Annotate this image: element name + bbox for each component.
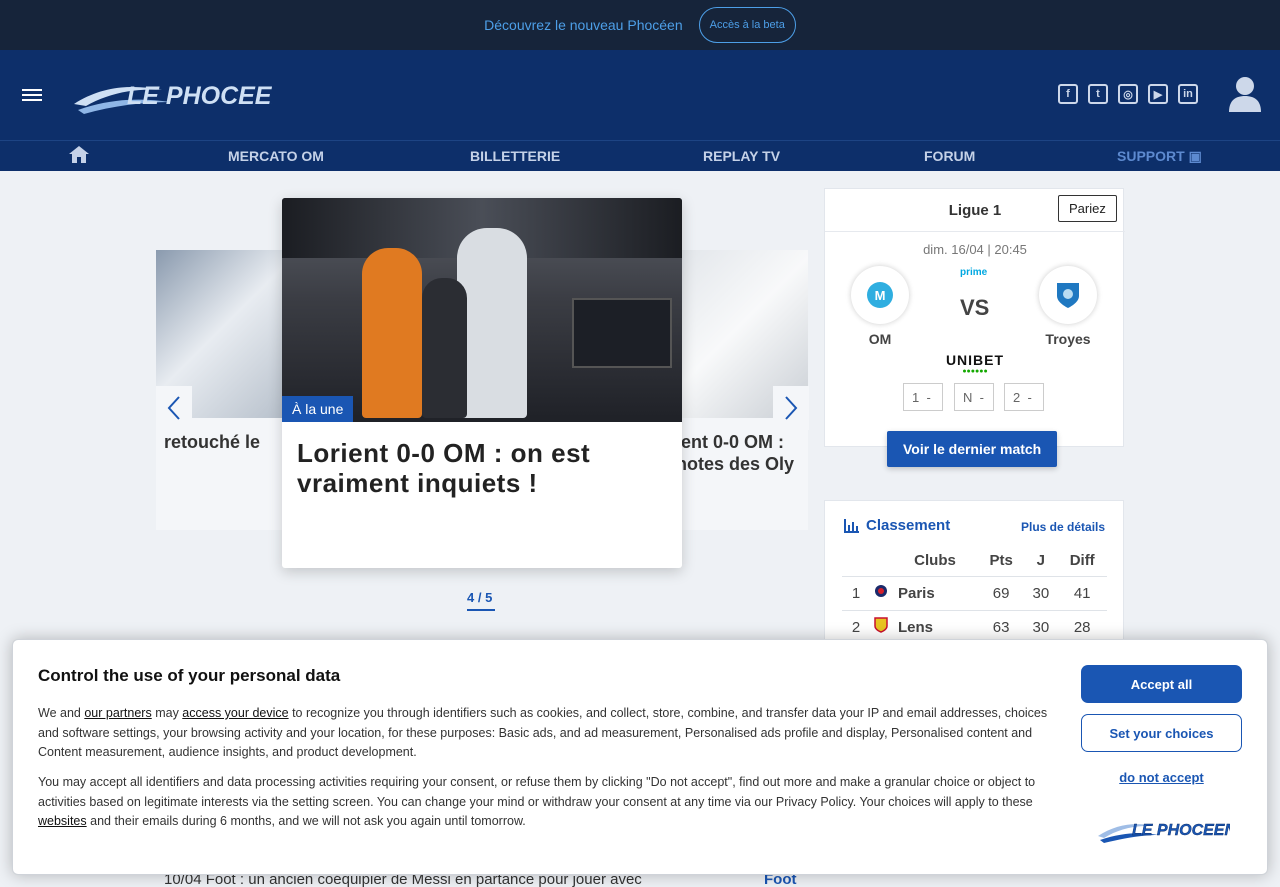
svg-text:LE PHOCEEN: LE PHOCEEN	[1132, 822, 1230, 839]
slide-title: notes des Oly	[676, 454, 795, 474]
odd-away[interactable]: 2 -	[1004, 383, 1044, 411]
do-not-accept-link[interactable]: do not accept	[1081, 770, 1242, 785]
access-device-link[interactable]: access your device	[182, 706, 288, 720]
col-diff: Diff	[1069, 552, 1095, 570]
standings-header: Classement	[843, 517, 950, 534]
accept-all-button[interactable]: Accept all	[1081, 665, 1242, 703]
odd-draw[interactable]: N -	[954, 383, 994, 411]
standings-title: Classement	[866, 517, 951, 534]
social-links: f t ◎ ▶ in	[1058, 84, 1198, 104]
pager-text: 4 / 5	[467, 590, 493, 605]
consent-text: may	[151, 706, 183, 720]
match-date: dim. 16/04 | 20:45	[923, 242, 1027, 257]
col-pts: Pts	[989, 552, 1013, 570]
broadcaster-logo: prime	[960, 267, 988, 278]
linkedin-icon[interactable]: in	[1178, 84, 1198, 104]
site-logo: LE PHOCEEN	[1098, 822, 1230, 843]
home-team-name: OM	[868, 331, 892, 347]
menu-icon[interactable]	[22, 89, 42, 103]
odd-label: 2	[1013, 390, 1021, 405]
bookmaker-name: UNIBET	[945, 352, 1005, 368]
partners-link[interactable]: our partners	[84, 706, 151, 720]
psg-crest-icon	[870, 575, 892, 610]
odd-value: -	[1027, 390, 1032, 405]
user-account-icon[interactable]	[1228, 76, 1262, 112]
divider	[825, 231, 1125, 232]
carousel-pager: 4 / 5	[467, 590, 495, 611]
played: 30	[1024, 575, 1058, 610]
site-logo[interactable]: LE PHOCEEN	[72, 76, 272, 116]
rank: 1	[842, 575, 870, 610]
support-icon: ▣	[1188, 148, 1202, 164]
col-j: J	[1036, 552, 1046, 570]
beta-promo-text: Découvrez le nouveau Phocéen	[484, 17, 683, 33]
standings-more-link[interactable]: Plus de détails	[1021, 520, 1105, 534]
websites-link[interactable]: websites	[38, 814, 87, 828]
last-match-button[interactable]: Voir le dernier match	[887, 431, 1058, 467]
consent-title: Control the use of your personal data	[38, 666, 341, 685]
slide-title: ient 0-0 OM :	[676, 432, 785, 452]
carousel-next-button[interactable]	[773, 386, 809, 430]
odd-value: -	[979, 390, 984, 405]
beta-banner: Découvrez le nouveau Phocéen Accès à la …	[0, 0, 1280, 50]
instagram-icon[interactable]: ◎	[1118, 84, 1138, 104]
chevron-left-icon	[167, 396, 180, 420]
home-icon[interactable]	[69, 146, 89, 163]
nav-billetterie[interactable]: BILLETTERIE	[470, 148, 560, 164]
slide-image	[282, 198, 682, 422]
news-carousel: retouché le ient 0-0 OM : notes des Oly …	[156, 188, 809, 611]
nav-support-label: SUPPORT	[1117, 148, 1185, 164]
svg-text:LE PHOCEEN: LE PHOCEEN	[127, 82, 272, 110]
table-row[interactable]: 1 Paris 69 30 41	[842, 575, 1107, 610]
odd-home[interactable]: 1 -	[903, 383, 943, 411]
next-match-card: Ligue 1 Pariez dim. 16/04 | 20:45 M OM T…	[824, 188, 1125, 467]
nav-mercato-om[interactable]: MERCATO OM	[228, 148, 324, 164]
col-crest	[870, 546, 892, 576]
versus-label: VS	[960, 295, 990, 320]
pager-underline	[467, 609, 495, 611]
bookmaker-dots: ●●●●●●	[962, 368, 988, 375]
chevron-right-icon	[785, 396, 798, 420]
nav-forum[interactable]: FORUM	[924, 148, 975, 164]
points: 69	[978, 575, 1025, 610]
consent-paragraph-2: You may accept all identifiers and data …	[38, 773, 1056, 832]
odd-label: 1	[912, 390, 920, 405]
club-name: Paris	[892, 575, 978, 610]
odd-value: -	[926, 390, 931, 405]
consent-text: You may accept all identifiers and data …	[38, 775, 1036, 809]
consent-text: We and	[38, 706, 85, 720]
troyes-crest-icon	[1057, 283, 1079, 308]
slide-title: retouché le	[164, 432, 261, 452]
odd-label: N	[963, 390, 973, 405]
carousel-prev-button[interactable]	[156, 386, 192, 430]
site-header: LE PHOCEEN f t ◎ ▶ in	[0, 50, 1280, 140]
main-nav: MERCATO OM BILLETTERIE REPLAY TV FORUM S…	[0, 140, 1280, 171]
facebook-icon[interactable]: f	[1058, 84, 1078, 104]
nav-replay-tv[interactable]: REPLAY TV	[703, 148, 780, 164]
consent-paragraph-1: We and our partners may access your devi…	[38, 704, 1056, 763]
away-team-name: Troyes	[1045, 331, 1091, 347]
troyes-crest-icon[interactable]	[1039, 266, 1097, 324]
slide-title: Lorient 0-0 OM : on est vraiment inquiet…	[297, 438, 591, 498]
twitter-icon[interactable]: t	[1088, 84, 1108, 104]
consent-text: and their emails during 6 months, and we…	[86, 814, 526, 828]
beta-button[interactable]: Accès à la beta	[698, 7, 796, 43]
om-crest-icon[interactable]: M	[851, 266, 909, 324]
standings-table: Clubs Pts J Diff 1 Paris 69 30 41 2 Lens…	[842, 546, 1107, 644]
goal-diff: 41	[1057, 575, 1107, 610]
youtube-icon[interactable]: ▶	[1148, 84, 1168, 104]
col-clubs: Clubs	[914, 552, 956, 570]
chart-icon	[844, 518, 859, 533]
bookmaker-logo: UNIBET ●●●●●●	[943, 352, 1007, 375]
bet-button[interactable]: Pariez	[1058, 195, 1117, 222]
om-crest-icon: M	[867, 282, 893, 308]
set-choices-button[interactable]: Set your choices	[1081, 714, 1242, 752]
slide-category-badge: À la une	[282, 396, 354, 422]
col-rank	[842, 546, 870, 576]
carousel-slide-active[interactable]: À la une Lorient 0-0 OM : on est vraimen…	[282, 198, 682, 568]
svg-text:M: M	[875, 288, 886, 303]
nav-support[interactable]: SUPPORT ▣	[1117, 148, 1202, 165]
consent-dialog: Control the use of your personal data We…	[12, 639, 1268, 875]
